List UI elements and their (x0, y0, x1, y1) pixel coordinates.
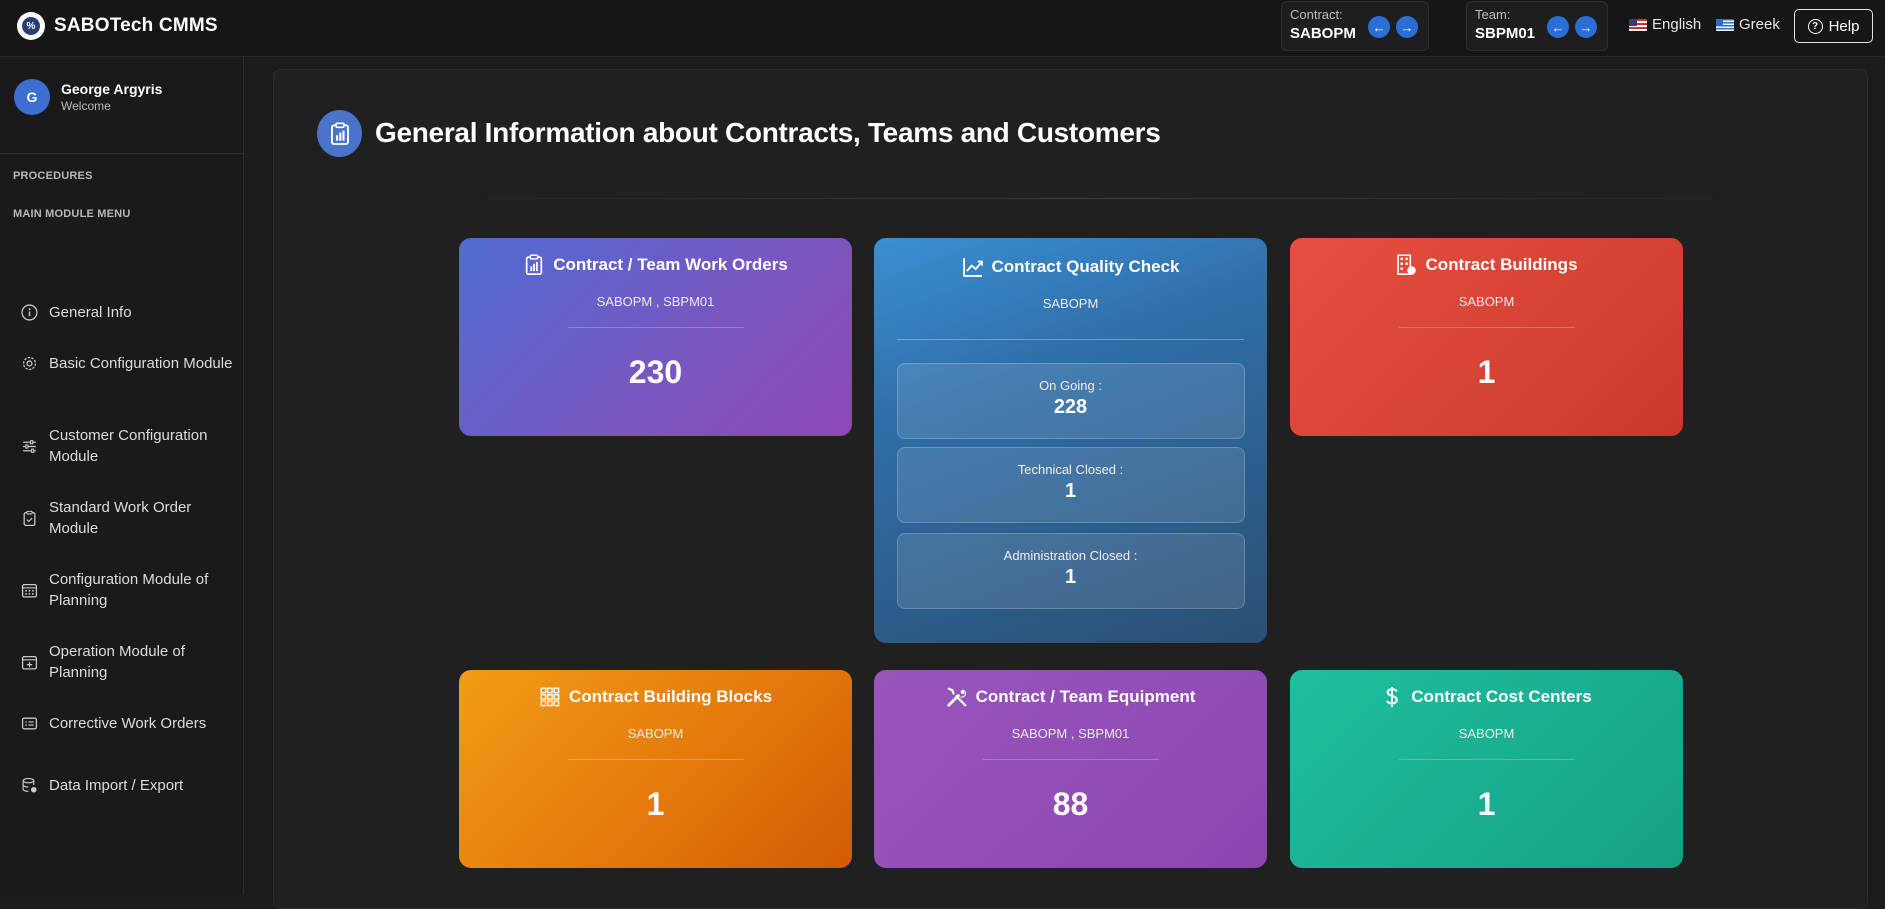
sliders-icon (20, 437, 38, 455)
clipboard-icon (523, 254, 545, 276)
card-divider (982, 759, 1159, 760)
quality-administration-closed-label: Administration Closed : (1003, 548, 1138, 563)
card-divider (1398, 759, 1575, 760)
quality-technical-closed-box: Technical Closed : 1 (896, 447, 1245, 523)
quality-technical-closed-label: Technical Closed : (1017, 462, 1124, 477)
top-bar: % SABOTech CMMS Contract: SABOPM ← → Tea… (0, 0, 1885, 57)
avatar: G (14, 79, 50, 115)
contract-prev-arrow-icon[interactable]: ← (1368, 16, 1390, 38)
buildings-title: Contract Buildings (1425, 255, 1578, 274)
sidebar: G George Argyris Welcome PROCEDURES MAIN… (0, 57, 244, 894)
equipment-count: 88 (1052, 786, 1089, 822)
building-blocks-title: Contract Building Blocks (568, 687, 773, 706)
building-icon (1395, 254, 1417, 276)
greek-flag-icon (1716, 18, 1734, 31)
brand-name: SABOTech CMMS (54, 15, 218, 36)
sidebar-item-general-info[interactable]: General Info (20, 302, 235, 323)
sidebar-item-label: Configuration Module of Planning (49, 571, 209, 609)
dollar-icon (1381, 686, 1403, 708)
sidebar-item-label: Operation Module of Planning (49, 643, 185, 681)
sidebar-item-operation-planning[interactable]: Operation Module of Planning (20, 641, 235, 683)
equipment-subtitle: SABOPM , SBPM01 (1011, 726, 1130, 741)
quality-check-title: Contract Quality Check (991, 257, 1180, 276)
work-orders-title: Contract / Team Work Orders (553, 255, 788, 274)
gear-icon (20, 355, 38, 373)
work-orders-subtitle: SABOPM , SBPM01 (596, 294, 715, 309)
database-icon (20, 777, 38, 795)
help-button[interactable]: ? Help (1794, 9, 1873, 43)
grid-icon (539, 686, 561, 708)
user-subtitle: Welcome (61, 99, 111, 113)
sidebar-item-corrective-work-orders[interactable]: Corrective Work Orders (20, 713, 235, 734)
sidebar-item-basic-configuration[interactable]: Basic Configuration Module (20, 353, 235, 374)
cost-centers-subtitle: SABOPM (1458, 726, 1515, 741)
quality-ongoing-value: 228 (1053, 396, 1088, 418)
buildings-count: 1 (1477, 354, 1496, 390)
report-clipboard-icon (317, 110, 362, 157)
sidebar-item-customer-configuration[interactable]: Customer Configuration Module (20, 425, 235, 467)
quality-ongoing-label: On Going : (1039, 378, 1102, 393)
team-next-arrow-icon[interactable]: → (1575, 16, 1597, 38)
sidebar-item-label: Basic Configuration Module (49, 355, 233, 372)
sidebar-item-data-import-export[interactable]: Data Import / Export (20, 775, 235, 796)
team-prev-arrow-icon[interactable]: ← (1547, 16, 1569, 38)
contract-selector[interactable]: Contract: SABOPM ← → (1281, 1, 1429, 51)
title-divider (390, 198, 1810, 199)
language-greek-link[interactable]: Greek (1716, 16, 1780, 33)
clipboard-icon (20, 509, 38, 527)
equipment-title: Contract / Team Equipment (975, 687, 1196, 706)
sidebar-item-label: General Info (49, 304, 132, 321)
quality-ongoing-box: On Going : 228 (896, 363, 1245, 439)
user-profile[interactable]: G George Argyris Welcome (14, 79, 162, 115)
work-orders-count: 230 (628, 354, 683, 390)
quality-administration-closed-box: Administration Closed : 1 (896, 533, 1245, 609)
cost-centers-card[interactable]: Contract Cost Centers SABOPM 1 (1290, 670, 1683, 868)
work-orders-card[interactable]: Contract / Team Work Orders SABOPM , SBP… (459, 238, 852, 436)
building-blocks-card[interactable]: Contract Building Blocks SABOPM 1 (459, 670, 852, 868)
sidebar-item-label: Standard Work Order Module (49, 499, 192, 537)
contract-next-arrow-icon[interactable]: → (1396, 16, 1418, 38)
quality-administration-closed-value: 1 (1064, 566, 1077, 588)
card-divider (567, 327, 744, 328)
calendar-grid-icon (20, 581, 38, 599)
sidebar-divider (0, 153, 244, 154)
list-card-icon (20, 715, 38, 733)
trend-chart-icon (962, 256, 984, 278)
user-name: George Argyris (61, 81, 163, 97)
card-divider (1398, 327, 1575, 328)
sidebar-item-configuration-planning[interactable]: Configuration Module of Planning (20, 569, 235, 611)
team-selector[interactable]: Team: SBPM01 ← → (1466, 1, 1608, 51)
us-flag-icon (1629, 18, 1647, 31)
equipment-card[interactable]: Contract / Team Equipment SABOPM , SBPM0… (874, 670, 1267, 868)
sidebar-item-label: Data Import / Export (49, 777, 184, 794)
help-label: Help (1828, 17, 1860, 35)
page-title: General Information about Contracts, Tea… (375, 117, 1161, 148)
sidebar-section-procedures: PROCEDURES (13, 170, 93, 182)
language-english-link[interactable]: English (1629, 16, 1701, 33)
brand[interactable]: % SABOTech CMMS (17, 12, 218, 40)
language-english-label: English (1652, 16, 1702, 33)
buildings-card[interactable]: Contract Buildings SABOPM 1 (1290, 238, 1683, 436)
language-greek-label: Greek (1739, 16, 1780, 33)
quality-check-card[interactable]: Contract Quality Check SABOPM On Going :… (874, 238, 1267, 643)
tools-icon (946, 686, 968, 708)
sidebar-item-standard-work-order[interactable]: Standard Work Order Module (20, 497, 235, 539)
sidebar-item-label: Customer Configuration Module (49, 427, 208, 465)
sidebar-item-label: Corrective Work Orders (49, 715, 207, 732)
cost-centers-count: 1 (1477, 786, 1496, 822)
card-divider (897, 339, 1244, 340)
buildings-subtitle: SABOPM (1458, 294, 1515, 309)
building-blocks-count: 1 (646, 786, 665, 822)
building-blocks-subtitle: SABOPM (627, 726, 684, 741)
brand-logo-icon: % (17, 12, 45, 40)
info-icon (20, 304, 38, 322)
question-icon: ? (1807, 18, 1823, 34)
quality-technical-closed-value: 1 (1064, 480, 1077, 502)
sidebar-section-main-menu: MAIN MODULE MENU (13, 208, 131, 220)
cost-centers-title: Contract Cost Centers (1411, 687, 1592, 706)
card-divider (567, 759, 744, 760)
quality-check-subtitle: SABOPM (1042, 296, 1099, 311)
calendar-plus-icon (20, 653, 38, 671)
